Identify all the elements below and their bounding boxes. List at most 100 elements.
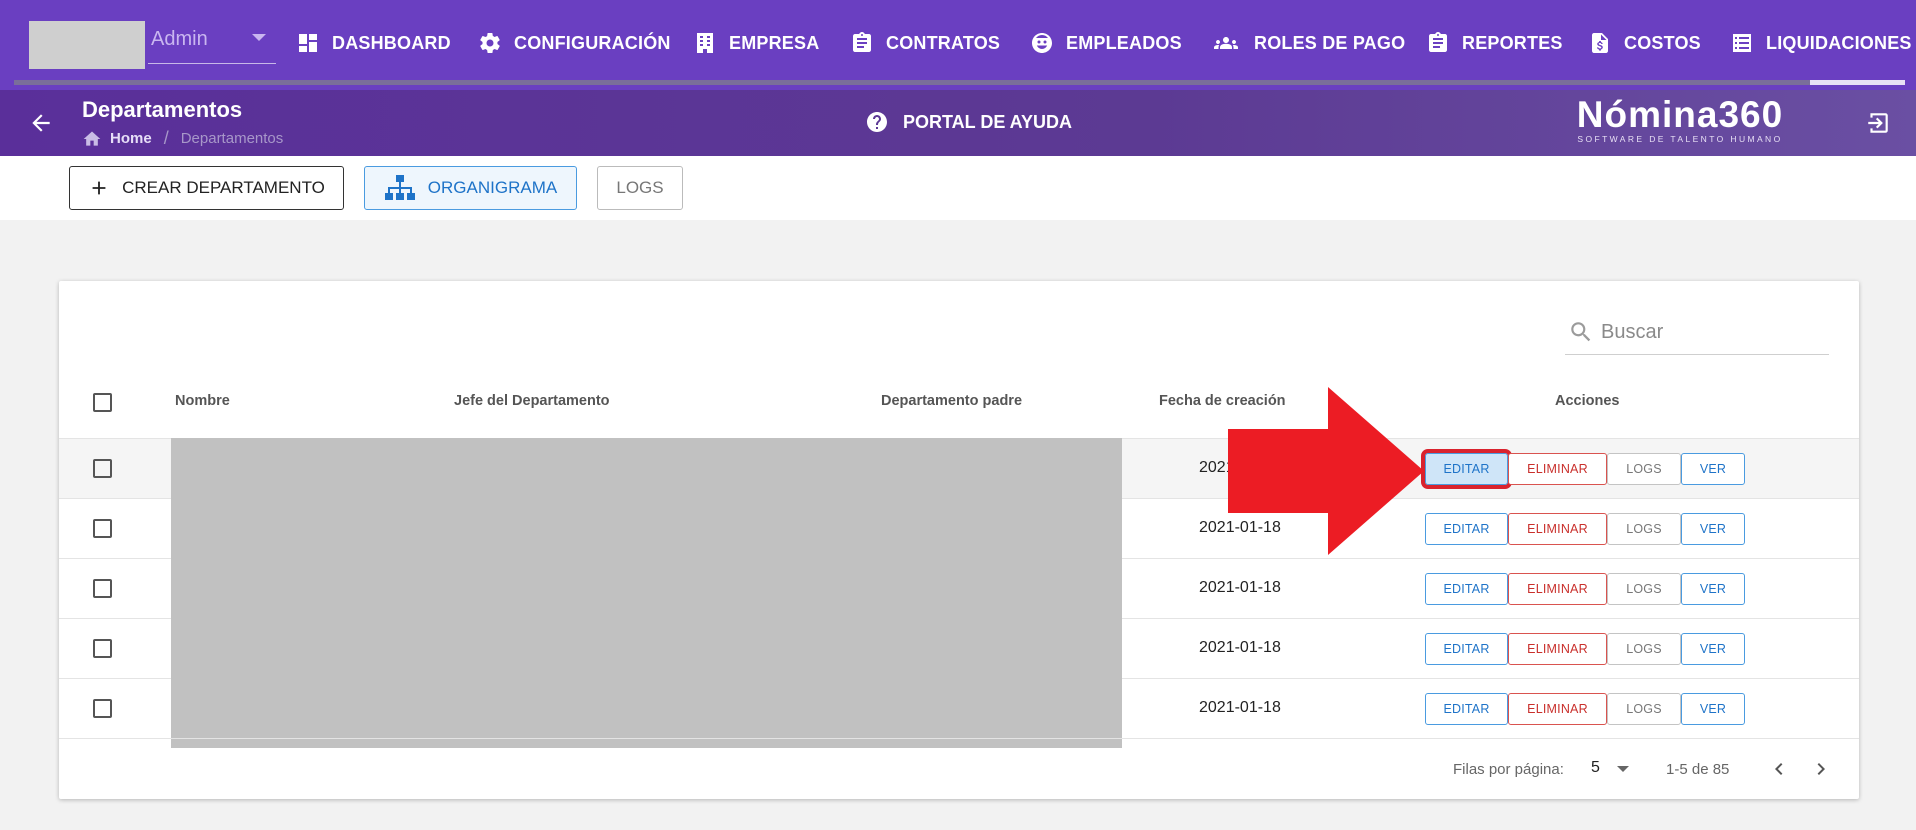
edit-button[interactable]: EDITAR — [1421, 449, 1512, 489]
row-checkbox[interactable] — [93, 699, 112, 718]
nav-roles-label: ROLES DE PAGO — [1254, 32, 1406, 53]
row-date: 2021-01-18 — [1199, 579, 1281, 596]
row-actions: EDITAR ELIMINAR LOGS VER — [1425, 693, 1745, 725]
nav-dashboard[interactable]: DASHBOARD — [296, 26, 451, 60]
list-icon — [1733, 34, 1751, 52]
nav-empresa[interactable]: EMPRESA — [693, 26, 819, 60]
search-icon — [1571, 322, 1591, 342]
view-button[interactable]: VER — [1681, 693, 1745, 725]
user-avatar-redacted — [29, 21, 145, 69]
breadcrumb-separator: / — [163, 128, 169, 148]
nav-costos[interactable]: COSTOS — [1588, 26, 1701, 60]
row-logs-button[interactable]: LOGS — [1607, 513, 1681, 545]
row-date: 2021-01-18 — [1199, 639, 1281, 656]
row-actions: EDITAR ELIMINAR LOGS VER — [1425, 633, 1745, 665]
user-select-value: Admin — [151, 28, 208, 50]
row-logs-button[interactable]: LOGS — [1607, 693, 1681, 725]
nav-configuracion-label: CONFIGURACIÓN — [514, 32, 671, 53]
nav-dashboard-label: DASHBOARD — [332, 32, 451, 53]
view-button[interactable]: VER — [1681, 633, 1745, 665]
help-portal-link[interactable]: PORTAL DE AYUDA — [865, 110, 1072, 134]
next-page-button[interactable] — [1809, 757, 1833, 781]
row-logs-button[interactable]: LOGS — [1607, 573, 1681, 605]
breadcrumb-home[interactable]: Home — [110, 130, 152, 147]
dollar-file-icon — [1592, 33, 1608, 53]
nav-empleados[interactable]: EMPLEADOS — [1030, 26, 1182, 60]
create-department-button[interactable]: CREAR DEPARTAMENTO — [69, 166, 344, 210]
logs-button[interactable]: LOGS — [597, 166, 683, 210]
face-icon — [1032, 33, 1052, 53]
chevron-down-icon — [252, 34, 266, 41]
clipboard-icon — [853, 32, 871, 52]
pagination-range: 1-5 de 85 — [1666, 761, 1730, 778]
delete-button[interactable]: ELIMINAR — [1508, 573, 1607, 605]
prev-page-button[interactable] — [1767, 757, 1791, 781]
chevron-right-icon — [1817, 763, 1825, 775]
edit-button[interactable]: EDITAR — [1425, 693, 1508, 725]
org-chart-label: ORGANIGRAMA — [427, 178, 558, 197]
org-chart-icon — [384, 175, 415, 200]
logout-button[interactable] — [1865, 110, 1891, 136]
nav-reportes-label: REPORTES — [1462, 32, 1563, 53]
nav-underline — [14, 80, 1810, 85]
select-all-checkbox[interactable] — [93, 393, 112, 412]
edit-button[interactable]: EDITAR — [1425, 513, 1508, 545]
page-title: Departamentos — [82, 97, 243, 122]
nav-roles-de-pago[interactable]: ROLES DE PAGO — [1210, 26, 1405, 60]
action-toolbar: CREAR DEPARTAMENTO ORGANIGRAMA LOGS — [0, 156, 1916, 220]
nav-contratos-label: CONTRATOS — [886, 32, 1001, 53]
column-header-padre[interactable]: Departamento padre — [881, 393, 1022, 409]
nav-underline-active — [1810, 80, 1905, 85]
nav-configuracion[interactable]: CONFIGURACIÓN — [478, 26, 671, 60]
back-button[interactable] — [28, 110, 54, 136]
create-department-label: CREAR DEPARTAMENTO — [122, 178, 325, 197]
nav-reportes[interactable]: REPORTES — [1426, 26, 1563, 60]
dashboard-icon — [299, 34, 317, 52]
nav-liquidaciones[interactable]: LIQUIDACIONES — [1730, 26, 1912, 60]
departments-table-card: Nombre Jefe del Departamento Departament… — [59, 281, 1859, 799]
column-header-acciones: Acciones — [1555, 393, 1620, 409]
row-actions: EDITAR ELIMINAR LOGS VER — [1421, 449, 1745, 489]
group-icon — [1214, 37, 1238, 49]
column-header-nombre[interactable]: Nombre — [175, 393, 230, 409]
row-logs-button[interactable]: LOGS — [1607, 453, 1681, 485]
arrow-left-icon — [32, 114, 50, 132]
search-field[interactable] — [1565, 311, 1829, 355]
row-actions: EDITAR ELIMINAR LOGS VER — [1425, 513, 1745, 545]
view-button[interactable]: VER — [1681, 573, 1745, 605]
brand-name: Nómina360 — [1576, 94, 1784, 135]
delete-button[interactable]: ELIMINAR — [1508, 693, 1607, 725]
rows-per-page-label: Filas por página: — [1453, 761, 1564, 778]
search-input[interactable] — [1601, 317, 1821, 347]
row-checkbox[interactable] — [93, 579, 112, 598]
rows-per-page-select[interactable]: 5 — [1591, 759, 1600, 777]
row-date: 2021-01-18 — [1199, 699, 1281, 716]
chevron-down-icon[interactable] — [1617, 766, 1629, 772]
row-checkbox[interactable] — [93, 459, 112, 478]
delete-button[interactable]: ELIMINAR — [1508, 633, 1607, 665]
org-chart-button[interactable]: ORGANIGRAMA — [364, 166, 577, 210]
edit-button[interactable]: EDITAR — [1425, 633, 1508, 665]
page-header: Departamentos Home / Departamentos PORTA… — [0, 90, 1916, 156]
clipboard-icon — [1429, 32, 1447, 52]
column-header-jefe[interactable]: Jefe del Departamento — [454, 393, 610, 409]
delete-button[interactable]: ELIMINAR — [1508, 513, 1607, 545]
gear-icon — [480, 33, 500, 54]
breadcrumb: Home / Departamentos — [82, 128, 283, 149]
edit-button[interactable]: EDITAR — [1425, 573, 1508, 605]
plus-icon — [92, 181, 106, 195]
row-logs-button[interactable]: LOGS — [1607, 633, 1681, 665]
chevron-left-icon — [1775, 763, 1783, 775]
nav-liquidaciones-label: LIQUIDACIONES — [1766, 32, 1912, 53]
top-navbar: Admin DASHBOARD CONFIGURACIÓN EMPRESA CO… — [0, 0, 1916, 90]
user-select[interactable]: Admin — [148, 24, 276, 64]
row-checkbox[interactable] — [93, 519, 112, 538]
brand-logo: Nómina360 SOFTWARE DE TALENTO HUMANO — [1568, 94, 1792, 144]
building-icon — [697, 33, 713, 53]
delete-button[interactable]: ELIMINAR — [1508, 453, 1607, 485]
annotation-arrow-icon — [1228, 387, 1424, 555]
view-button[interactable]: VER — [1681, 513, 1745, 545]
row-checkbox[interactable] — [93, 639, 112, 658]
view-button[interactable]: VER — [1681, 453, 1745, 485]
nav-contratos[interactable]: CONTRATOS — [850, 26, 1000, 60]
